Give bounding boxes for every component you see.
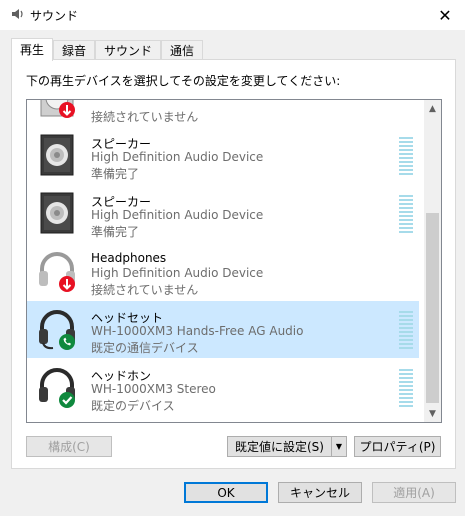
device-list[interactable]: 接続されていません スピーカー High Definition Audio De… — [26, 99, 442, 423]
title-bar: サウンド ✕ — [0, 0, 465, 30]
level-meter — [399, 137, 413, 175]
cancel-button[interactable]: キャンセル — [278, 482, 362, 503]
level-meter — [399, 195, 413, 233]
apply-button[interactable]: 適用(A) — [372, 482, 456, 503]
scroll-up-button[interactable]: ▲ — [424, 100, 441, 117]
list-item[interactable]: ヘッドセット WH-1000XM3 Hands-Free AG Audio 既定… — [27, 301, 419, 358]
tab-strip: 再生 録音 サウンド 通信 — [11, 38, 204, 61]
device-name: Headphones — [91, 251, 167, 265]
tab-communications[interactable]: 通信 — [161, 40, 204, 61]
headphones-default-icon — [39, 368, 75, 408]
device-description: WH-1000XM3 Hands-Free AG Audio — [91, 324, 304, 338]
device-description: High Definition Audio Device — [91, 208, 264, 222]
speaker-icon — [40, 134, 74, 176]
device-description: WH-1000XM3 Stereo — [91, 382, 216, 396]
speaker-icon — [40, 192, 74, 234]
list-item[interactable]: スピーカー High Definition Audio Device 準備完了 — [27, 185, 419, 242]
close-button[interactable]: ✕ — [425, 0, 465, 30]
tab-recording[interactable]: 録音 — [53, 40, 96, 61]
device-description: High Definition Audio Device — [91, 266, 264, 280]
tab-sounds[interactable]: サウンド — [95, 40, 162, 61]
configure-button[interactable]: 構成(C) — [26, 436, 112, 457]
device-status: 準備完了 — [91, 225, 140, 239]
tab-playback[interactable]: 再生 — [11, 38, 54, 61]
speaker-app-icon — [12, 9, 23, 19]
chevron-down-icon: ▼ — [429, 408, 436, 419]
chevron-up-icon: ▲ — [429, 103, 436, 114]
list-item[interactable]: スピーカー High Definition Audio Device 準備完了 — [27, 127, 419, 184]
vertical-scrollbar[interactable]: ▲ ▼ — [424, 100, 441, 422]
playback-panel: 下の再生デバイスを選択してその設定を変更してください: 接続されていません スピ… — [11, 59, 456, 469]
list-item[interactable]: 接続されていません — [27, 100, 419, 127]
ok-button[interactable]: OK — [184, 482, 268, 503]
device-status: 既定の通信デバイス — [91, 341, 199, 355]
speaker-disconnected-icon — [40, 100, 75, 118]
scroll-thumb[interactable] — [426, 213, 439, 403]
headphones-disconnected-icon — [39, 252, 75, 292]
device-status: 接続されていません — [91, 283, 199, 297]
device-status: 接続されていません — [91, 110, 199, 124]
list-item[interactable]: ヘッドホン WH-1000XM3 Stereo 既定のデバイス — [27, 359, 419, 416]
list-item[interactable]: Headphones High Definition Audio Device … — [27, 243, 419, 300]
headset-default-comm-icon — [39, 310, 75, 350]
properties-button[interactable]: プロパティ(P) — [354, 436, 441, 457]
close-icon: ✕ — [438, 5, 452, 25]
instruction-text: 下の再生デバイスを選択してその設定を変更してください: — [26, 74, 341, 88]
device-description: High Definition Audio Device — [91, 150, 264, 164]
scroll-down-button[interactable]: ▼ — [424, 405, 441, 422]
set-default-button[interactable]: 既定値に設定(S) — [227, 436, 332, 457]
set-default-dropdown[interactable]: ▼ — [331, 436, 347, 457]
window-title: サウンド — [30, 9, 79, 23]
level-meter — [399, 311, 413, 349]
level-meter — [399, 369, 413, 407]
device-status: 既定のデバイス — [91, 399, 175, 413]
chevron-down-icon: ▼ — [335, 442, 343, 451]
device-status: 準備完了 — [91, 167, 140, 181]
